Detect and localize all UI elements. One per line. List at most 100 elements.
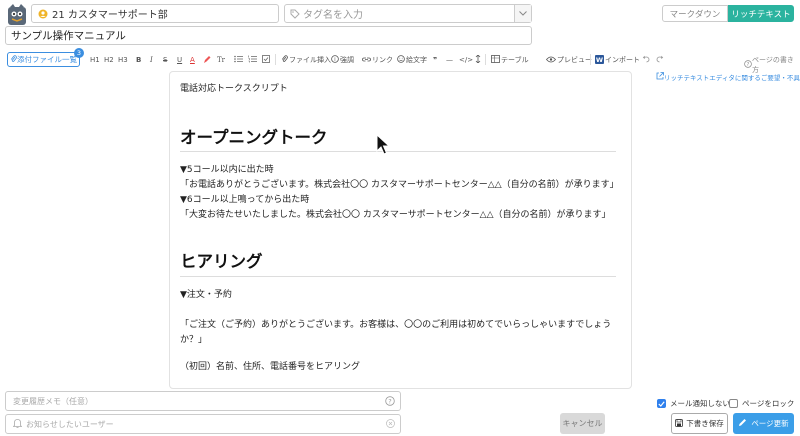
code-button[interactable]: </> bbox=[459, 54, 473, 66]
editor-line: 「大変お待たせいたしました。株式会社〇〇 カスタマーサポートセンター△△（自分の… bbox=[180, 210, 611, 220]
heading-hearing: ヒアリング bbox=[180, 252, 263, 271]
tag-placeholder: タグ名を入力 bbox=[303, 10, 363, 21]
emphasis-button[interactable]: i 強調 bbox=[331, 54, 354, 66]
pencil-icon bbox=[738, 418, 747, 429]
feedback-link[interactable]: リッチテキストエディタに関するご要望・不具合 bbox=[656, 72, 800, 82]
svg-text:W: W bbox=[596, 56, 603, 64]
bell-icon bbox=[12, 418, 23, 430]
chevron-down-icon[interactable] bbox=[514, 5, 531, 22]
bullet-list-button[interactable] bbox=[234, 54, 244, 66]
link-label: リンク bbox=[372, 56, 393, 64]
emphasis-icon: i bbox=[331, 55, 340, 65]
undo-icon bbox=[642, 55, 651, 65]
link-icon bbox=[362, 56, 372, 65]
app-logo-icon[interactable] bbox=[7, 4, 27, 26]
editor-line: ▼6コール以上鳴ってから出た時 bbox=[180, 195, 310, 205]
import-button[interactable]: W インポート bbox=[595, 54, 640, 66]
update-page-label: ページ更新 bbox=[751, 419, 789, 428]
file-insert-button[interactable]: ファイル挿入 bbox=[281, 54, 331, 66]
group-name: 21 カスタマーサポート部 bbox=[52, 10, 168, 21]
editor-line: か？」 bbox=[180, 335, 208, 345]
top-bar: 21 カスタマーサポート部 タグ名を入力 マークダウン リッチテキスト bbox=[0, 0, 800, 28]
rich-text-editor[interactable]: 電話対応トークスクリプト オープニングトーク ▼5コール以内に出た時 「お電話あ… bbox=[169, 71, 632, 389]
lock-page-label: ページをロック bbox=[742, 399, 795, 408]
editor-line: ▼注文・予約 bbox=[180, 290, 232, 300]
checkbox-unchecked-icon bbox=[729, 399, 738, 408]
redo-button[interactable] bbox=[656, 54, 665, 66]
ordered-list-icon bbox=[248, 55, 258, 65]
expand-button[interactable] bbox=[475, 54, 482, 66]
editor-mode-switch: マークダウン リッチテキスト bbox=[662, 5, 794, 22]
h1-button[interactable]: H1 bbox=[90, 54, 100, 66]
marker-icon bbox=[203, 55, 212, 66]
bold-button[interactable]: B bbox=[136, 54, 141, 66]
save-draft-button[interactable]: 下書き保存 bbox=[671, 413, 728, 434]
strikethrough-button[interactable]: S bbox=[163, 54, 167, 66]
save-icon bbox=[675, 418, 684, 429]
checkbox-checked-icon bbox=[657, 399, 666, 408]
heading-divider bbox=[180, 151, 616, 152]
emoji-button[interactable]: 絵文字 bbox=[397, 54, 427, 66]
svg-text:i: i bbox=[334, 57, 335, 63]
external-link-icon bbox=[656, 72, 664, 82]
smiley-icon bbox=[397, 55, 406, 65]
group-selector[interactable]: 21 カスタマーサポート部 bbox=[31, 4, 279, 23]
editor-toolbar: 添付ファイル一覧 3 H1 H2 H3 B I S U A Tr ファイル挿入 … bbox=[0, 48, 800, 74]
svg-text:?: ? bbox=[747, 62, 750, 68]
feedback-label: リッチテキストエディタに関するご要望・不具合 bbox=[664, 74, 800, 82]
editor-line: ▼5コール以内に出た時 bbox=[180, 165, 274, 175]
horizontal-rule-button[interactable]: — bbox=[446, 54, 453, 66]
h2-button[interactable]: H2 bbox=[104, 54, 114, 66]
mouse-pointer-icon bbox=[376, 133, 391, 160]
markdown-mode-button[interactable]: マークダウン bbox=[662, 5, 728, 22]
highlight-button[interactable] bbox=[203, 54, 212, 66]
help-circle-icon[interactable]: ? bbox=[385, 396, 395, 408]
ordered-list-button[interactable] bbox=[248, 54, 258, 66]
lock-page-checkbox[interactable]: ページをロック bbox=[729, 398, 794, 409]
no-mail-label: メール通知しない bbox=[670, 399, 730, 408]
italic-button[interactable]: I bbox=[150, 54, 153, 66]
undo-button[interactable] bbox=[642, 54, 651, 66]
tag-input[interactable]: タグ名を入力 bbox=[284, 4, 532, 23]
text-color-button[interactable]: A bbox=[190, 54, 195, 66]
tag-icon bbox=[290, 9, 300, 19]
toolbar-divider bbox=[485, 54, 486, 65]
svg-text:?: ? bbox=[388, 397, 391, 405]
toolbar-divider bbox=[275, 54, 276, 65]
link-button[interactable]: リンク bbox=[362, 54, 393, 66]
paperclip-icon bbox=[10, 54, 17, 65]
notify-user-input[interactable]: お知らせしたいユーザー bbox=[5, 414, 401, 434]
file-insert-label: ファイル挿入 bbox=[289, 56, 331, 64]
paperclip-icon bbox=[281, 55, 289, 65]
group-icon bbox=[38, 9, 48, 19]
cancel-button[interactable]: キャンセル bbox=[560, 413, 605, 434]
heading-divider bbox=[180, 276, 616, 277]
quote-button[interactable]: ❞ bbox=[433, 54, 437, 66]
change-memo-input[interactable]: 変更履歴メモ（任意） ? bbox=[5, 391, 401, 411]
editor-line: （初回）名前、住所、電話番号をヒアリング bbox=[180, 362, 361, 372]
h3-button[interactable]: H3 bbox=[118, 54, 128, 66]
preview-button[interactable]: プレビュー bbox=[545, 54, 592, 66]
close-icon[interactable] bbox=[386, 419, 395, 430]
change-memo-placeholder: 変更履歴メモ（任意） bbox=[13, 396, 93, 406]
emphasis-label: 強調 bbox=[340, 56, 354, 64]
emoji-label: 絵文字 bbox=[406, 56, 427, 64]
underline-button[interactable]: U bbox=[177, 54, 182, 66]
checklist-button[interactable] bbox=[262, 54, 271, 66]
clear-format-button[interactable]: Tr bbox=[217, 54, 225, 66]
attachments-button[interactable]: 添付ファイル一覧 bbox=[7, 52, 80, 67]
word-icon: W bbox=[595, 54, 605, 66]
attachments-count-badge: 3 bbox=[74, 48, 84, 58]
notify-user-placeholder: お知らせしたいユーザー bbox=[26, 419, 114, 429]
editor-line: 「お電話ありがとうございます。株式会社〇〇 カスタマーサポートセンター△△（自分… bbox=[180, 180, 619, 190]
table-button[interactable]: テーブル bbox=[491, 54, 529, 66]
save-draft-label: 下書き保存 bbox=[686, 419, 724, 428]
page-title-input[interactable]: サンプル操作マニュアル bbox=[5, 26, 532, 45]
richtext-mode-button[interactable]: リッチテキスト bbox=[728, 5, 794, 22]
help-circle-icon: ? bbox=[744, 60, 752, 70]
table-icon bbox=[491, 55, 501, 65]
import-label: インポート bbox=[605, 56, 640, 64]
update-page-button[interactable]: ページ更新 bbox=[733, 413, 794, 434]
intro-text: 電話対応トークスクリプト bbox=[180, 84, 288, 94]
no-mail-checkbox[interactable]: メール通知しない bbox=[657, 398, 730, 409]
